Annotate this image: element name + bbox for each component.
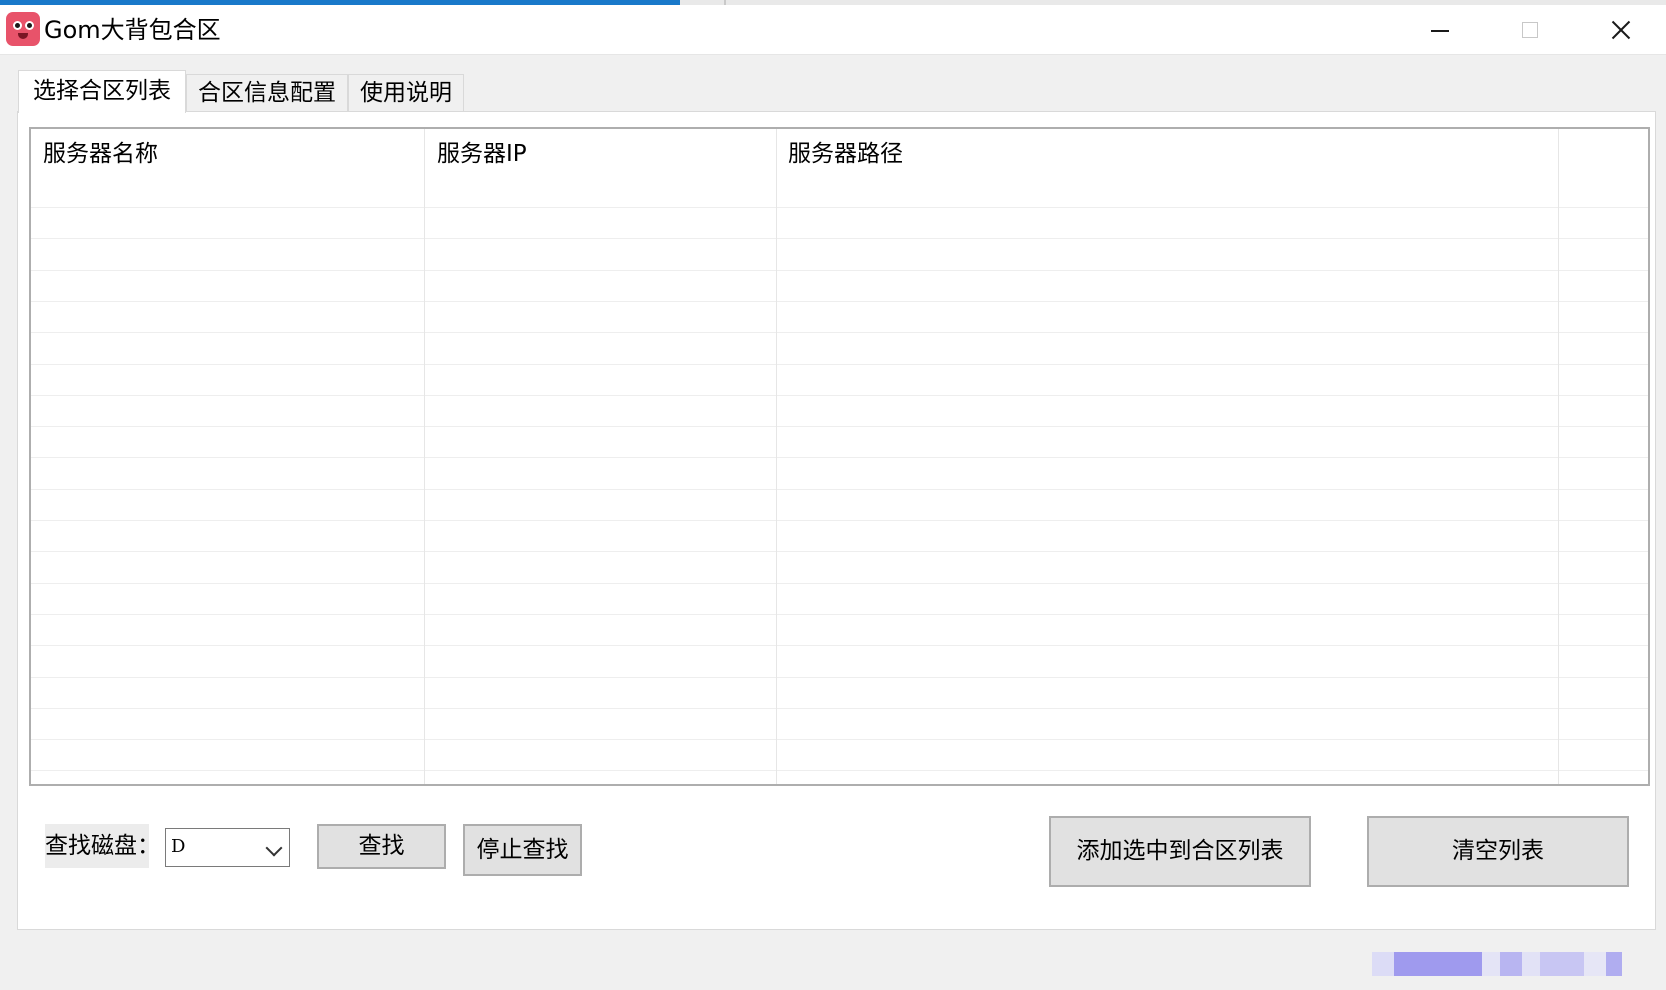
empty-list-row bbox=[31, 489, 1648, 520]
empty-list-row bbox=[31, 395, 1648, 426]
column-header-filler bbox=[1558, 129, 1648, 207]
tab-merge-config[interactable]: 合区信息配置 bbox=[186, 74, 348, 112]
status-blur-block bbox=[1540, 952, 1584, 976]
empty-list-row bbox=[31, 207, 1648, 238]
empty-list-row bbox=[31, 238, 1648, 269]
status-blur-block bbox=[1482, 952, 1500, 976]
icon-mouth bbox=[18, 33, 28, 39]
icon-left-eye bbox=[13, 21, 22, 30]
chevron-down-icon[interactable] bbox=[265, 839, 283, 857]
disk-select[interactable]: D bbox=[165, 828, 290, 867]
tab-select-merge-list[interactable]: 选择合区列表 bbox=[18, 70, 186, 113]
pink-face-icon bbox=[6, 12, 40, 46]
empty-list-row bbox=[31, 677, 1648, 708]
empty-list-row bbox=[31, 770, 1648, 784]
empty-list-row bbox=[31, 426, 1648, 457]
server-list-header: 服务器名称 服务器IP 服务器路径 bbox=[31, 129, 1648, 207]
column-header-server-name[interactable]: 服务器名称 bbox=[31, 129, 424, 207]
empty-list-row bbox=[31, 520, 1648, 551]
empty-list-row bbox=[31, 457, 1648, 488]
close-icon bbox=[1611, 20, 1631, 40]
empty-list-row bbox=[31, 364, 1648, 395]
empty-list-row bbox=[31, 583, 1648, 614]
add-selected-to-merge-list-button[interactable]: 添加选中到合区列表 bbox=[1049, 816, 1311, 887]
status-area bbox=[1372, 952, 1634, 976]
tab-page-select-merge-list: 服务器名称 服务器IP 服务器路径 查找磁盘： D 查找 停止查找 添加选中到合… bbox=[17, 111, 1656, 930]
empty-list-row bbox=[31, 645, 1648, 676]
minimize-button[interactable] bbox=[1395, 5, 1485, 55]
empty-list-row bbox=[31, 739, 1648, 770]
minimize-icon bbox=[1431, 30, 1449, 32]
window-title: Gom大背包合区 bbox=[44, 16, 221, 44]
empty-list-row bbox=[31, 301, 1648, 332]
status-blur-block bbox=[1394, 952, 1482, 976]
disk-select-value: D bbox=[171, 836, 186, 857]
maximize-button[interactable] bbox=[1485, 5, 1575, 55]
column-separator[interactable] bbox=[776, 129, 777, 784]
disk-label: 查找磁盘： bbox=[45, 824, 160, 868]
maximize-icon bbox=[1522, 22, 1538, 38]
empty-list-row bbox=[31, 614, 1648, 645]
tab-instructions[interactable]: 使用说明 bbox=[348, 74, 464, 112]
status-blur-block bbox=[1372, 952, 1394, 976]
column-separator[interactable] bbox=[424, 129, 425, 784]
column-header-server-ip[interactable]: 服务器IP bbox=[424, 129, 776, 207]
empty-list-row bbox=[31, 708, 1648, 739]
find-button[interactable]: 查找 bbox=[317, 824, 446, 869]
server-list-view[interactable]: 服务器名称 服务器IP 服务器路径 bbox=[29, 127, 1650, 786]
close-button[interactable] bbox=[1576, 5, 1666, 55]
stop-find-button[interactable]: 停止查找 bbox=[463, 824, 582, 876]
empty-list-row bbox=[31, 332, 1648, 363]
icon-right-eye bbox=[25, 21, 34, 30]
status-blur-block bbox=[1584, 952, 1606, 976]
clear-list-button[interactable]: 清空列表 bbox=[1367, 816, 1629, 887]
column-header-server-path[interactable]: 服务器路径 bbox=[776, 129, 1558, 207]
status-blur-block bbox=[1522, 952, 1540, 976]
status-blur-block bbox=[1500, 952, 1522, 976]
status-blur-block bbox=[1606, 952, 1622, 976]
empty-list-row bbox=[31, 270, 1648, 301]
column-separator[interactable] bbox=[1558, 129, 1559, 784]
title-bar[interactable]: Gom大背包合区 bbox=[0, 5, 1666, 55]
empty-list-row bbox=[31, 551, 1648, 582]
